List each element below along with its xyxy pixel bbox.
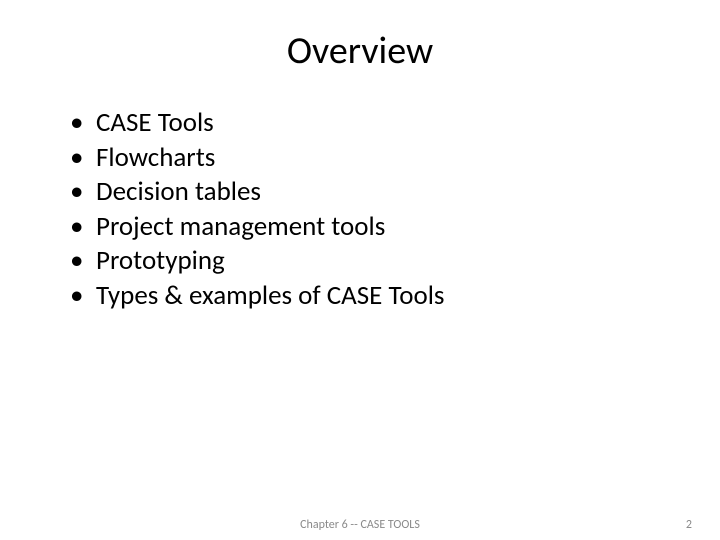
slide-title: Overview: [40, 28, 680, 74]
list-item: Decision tables: [70, 175, 680, 210]
footer-page-number: 2: [686, 518, 692, 532]
bullet-list: CASE Tools Flowcharts Decision tables Pr…: [40, 106, 680, 313]
list-item: CASE Tools: [70, 106, 680, 141]
list-item: Types & examples of CASE Tools: [70, 279, 680, 314]
list-item: Prototyping: [70, 244, 680, 279]
footer-chapter: Chapter 6 -- CASE TOOLS: [300, 518, 420, 532]
slide: Overview CASE Tools Flowcharts Decision …: [0, 0, 720, 540]
list-item: Project management tools: [70, 210, 680, 245]
list-item: Flowcharts: [70, 141, 680, 176]
